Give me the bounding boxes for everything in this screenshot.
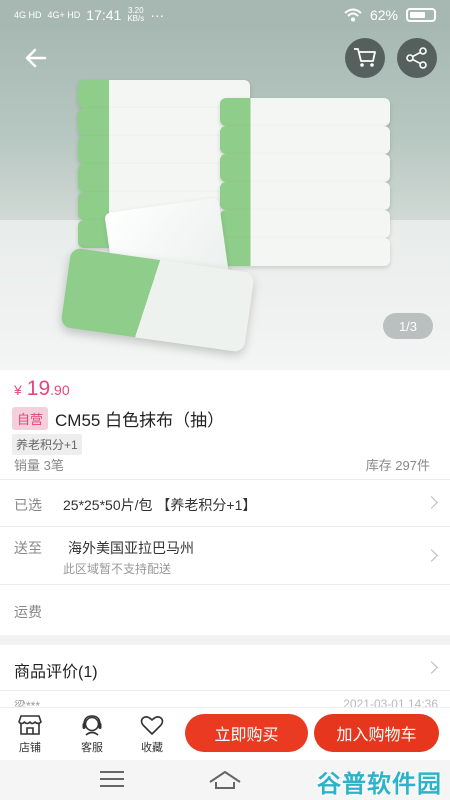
selected-spec: 25*25*50片/包 【养老积分+1】: [63, 497, 257, 513]
home-nav-button[interactable]: [208, 768, 242, 795]
battery-percent: 62%: [369, 7, 398, 23]
product-title-row: 自营 CM55 白色抹布（抽）: [12, 406, 224, 431]
cart-icon: [354, 48, 376, 67]
image-pager: 1/3: [383, 313, 433, 339]
menu-icon[interactable]: [100, 771, 124, 789]
product-pack: [220, 210, 390, 238]
battery-icon: [406, 8, 436, 22]
customer-service-label: 客服: [81, 742, 103, 754]
wifi-icon: [344, 8, 362, 22]
product-pack: [220, 98, 390, 126]
stock-count: 库存 297件: [365, 458, 430, 473]
divider: [0, 690, 450, 691]
product-pack: [220, 182, 390, 210]
delivery-unavailable-note: 此区域暂不支持配送: [63, 562, 172, 576]
customer-service-icon: [82, 715, 102, 736]
product-pack: [220, 126, 390, 154]
freight-label: 运费: [14, 604, 42, 620]
back-button[interactable]: [18, 40, 54, 76]
points-badge: 养老积分+1: [12, 434, 82, 455]
self-operated-badge: 自营: [12, 407, 49, 430]
home-icon: [209, 771, 241, 789]
chevron-right-icon: [425, 661, 438, 674]
share-icon: [406, 47, 427, 69]
share-button[interactable]: [397, 38, 437, 78]
add-to-cart-button[interactable]: 加入购物车: [314, 714, 439, 752]
status-bar: 4G HD 4G+ HD 17:41 3.20 KB/s ··· 62%: [0, 0, 450, 30]
store-label: 店铺: [19, 742, 41, 754]
product-pack: [220, 238, 390, 266]
section-gap: [0, 635, 450, 645]
product-price: ¥ 19 .90: [14, 377, 70, 401]
price-currency: ¥: [14, 382, 22, 398]
product-pack: [220, 154, 390, 182]
heart-icon: [140, 716, 164, 735]
reviews-title: 商品评价(1): [14, 664, 98, 681]
customer-service-button[interactable]: 客服: [72, 714, 112, 755]
more-notifications-icon: ···: [150, 7, 165, 23]
speed-unit: KB/s: [127, 14, 145, 23]
reviews-header-row[interactable]: 商品评价(1): [0, 645, 450, 689]
sales-count: 销量 3笔: [14, 458, 64, 473]
network-speed: 3.20 KB/s: [127, 7, 144, 23]
favorite-button[interactable]: 收藏: [132, 714, 172, 755]
divider: [0, 584, 450, 585]
chevron-right-icon: [425, 496, 438, 509]
spec-selector-row[interactable]: 已选 25*25*50片/包 【养老积分+1】: [0, 480, 450, 526]
product-image-gallery[interactable]: 1/3: [0, 30, 450, 370]
network-indicator-1: 4G HD: [14, 9, 42, 20]
site-watermark: 谷普软件园: [317, 771, 442, 798]
system-nav-bar: 谷普软件园: [0, 760, 450, 800]
price-decimal: .90: [50, 382, 70, 398]
back-arrow-icon: [25, 48, 47, 68]
selected-label: 已选: [14, 497, 42, 513]
ship-to-label: 送至: [14, 540, 42, 556]
product-title: CM55 白色抹布（抽）: [55, 411, 225, 430]
status-time: 17:41: [86, 7, 122, 23]
network-indicator-2: 4G+ HD: [47, 9, 81, 20]
store-button[interactable]: 店铺: [10, 714, 50, 755]
cart-button[interactable]: [345, 38, 385, 78]
price-integer: 19: [26, 377, 51, 400]
chevron-right-icon: [425, 549, 438, 562]
ship-to-address: 海外美国亚拉巴马州: [68, 540, 194, 556]
store-icon: [18, 715, 42, 735]
favorite-label: 收藏: [141, 742, 163, 754]
buy-now-button[interactable]: 立即购买: [185, 714, 308, 752]
bottom-action-bar: 店铺 客服 收藏 立即购买 加入购物车: [0, 707, 450, 760]
